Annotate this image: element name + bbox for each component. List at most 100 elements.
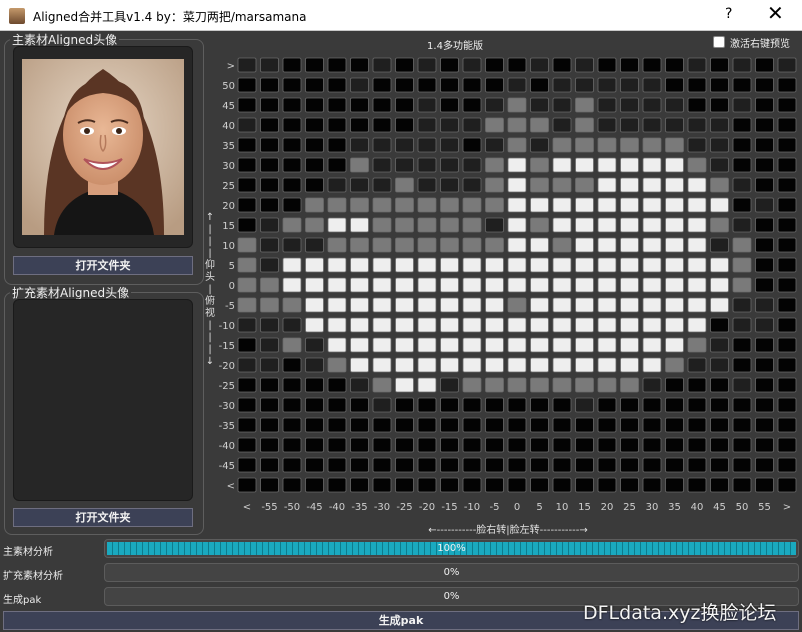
grid-cell[interactable] <box>507 237 527 253</box>
grid-cell[interactable] <box>665 217 684 233</box>
grid-cell[interactable] <box>642 397 662 413</box>
grid-cell[interactable] <box>462 257 482 273</box>
grid-cell[interactable] <box>687 417 707 433</box>
grid-cell[interactable] <box>260 297 279 313</box>
grid-cell[interactable] <box>777 157 797 173</box>
grid-cell[interactable] <box>440 437 459 453</box>
grid-cell[interactable] <box>687 197 707 213</box>
grid-cell[interactable] <box>665 77 684 93</box>
grid-cell[interactable] <box>755 97 774 113</box>
grid-cell[interactable] <box>237 137 257 153</box>
grid-cell[interactable] <box>282 357 302 373</box>
grid-cell[interactable] <box>395 137 414 153</box>
grid-cell[interactable] <box>282 397 302 413</box>
grid-cell[interactable] <box>620 217 639 233</box>
grid-cell[interactable] <box>732 257 752 273</box>
grid-cell[interactable] <box>665 377 684 393</box>
grid-cell[interactable] <box>755 457 774 473</box>
grid-cell[interactable] <box>327 257 347 273</box>
grid-cell[interactable] <box>417 297 437 313</box>
grid-cell[interactable] <box>755 317 774 333</box>
grid-cell[interactable] <box>507 377 527 393</box>
grid-cell[interactable] <box>485 397 504 413</box>
grid-cell[interactable] <box>417 397 437 413</box>
grid-cell[interactable] <box>395 417 414 433</box>
grid-cell[interactable] <box>417 477 437 493</box>
grid-cell[interactable] <box>305 97 324 113</box>
grid-cell[interactable] <box>395 97 414 113</box>
grid-cell[interactable] <box>327 357 347 373</box>
grid-cell[interactable] <box>732 377 752 393</box>
grid-cell[interactable] <box>575 417 594 433</box>
grid-cell[interactable] <box>485 237 504 253</box>
grid-cell[interactable] <box>710 117 729 133</box>
grid-cell[interactable] <box>395 157 414 173</box>
grid-cell[interactable] <box>597 397 617 413</box>
grid-cell[interactable] <box>372 377 392 393</box>
grid-cell[interactable] <box>530 77 549 93</box>
grid-cell[interactable] <box>620 137 639 153</box>
grid-cell[interactable] <box>260 397 279 413</box>
grid-cell[interactable] <box>462 197 482 213</box>
grid-cell[interactable] <box>710 357 729 373</box>
grid-cell[interactable] <box>507 297 527 313</box>
grid-cell[interactable] <box>777 237 797 253</box>
grid-cell[interactable] <box>395 237 414 253</box>
grid-cell[interactable] <box>260 197 279 213</box>
grid-cell[interactable] <box>485 317 504 333</box>
grid-cell[interactable] <box>777 197 797 213</box>
grid-cell[interactable] <box>777 377 797 393</box>
grid-cell[interactable] <box>417 117 437 133</box>
grid-cell[interactable] <box>440 317 459 333</box>
grid-cell[interactable] <box>732 237 752 253</box>
grid-cell[interactable] <box>710 457 729 473</box>
grid-cell[interactable] <box>530 377 549 393</box>
grid-cell[interactable] <box>530 237 549 253</box>
grid-cell[interactable] <box>260 77 279 93</box>
grid-cell[interactable] <box>417 457 437 473</box>
grid-cell[interactable] <box>620 57 639 73</box>
grid-cell[interactable] <box>282 257 302 273</box>
grid-cell[interactable] <box>260 117 279 133</box>
grid-cell[interactable] <box>350 217 369 233</box>
grid-cell[interactable] <box>552 77 572 93</box>
grid-cell[interactable] <box>372 417 392 433</box>
grid-cell[interactable] <box>237 397 257 413</box>
grid-cell[interactable] <box>282 137 302 153</box>
grid-cell[interactable] <box>642 137 662 153</box>
grid-cell[interactable] <box>552 417 572 433</box>
grid-cell[interactable] <box>620 337 639 353</box>
grid-cell[interactable] <box>710 197 729 213</box>
grid-cell[interactable] <box>260 237 279 253</box>
grid-cell[interactable] <box>462 137 482 153</box>
grid-cell[interactable] <box>507 137 527 153</box>
grid-cell[interactable] <box>620 377 639 393</box>
grid-cell[interactable] <box>552 177 572 193</box>
grid-cell[interactable] <box>260 377 279 393</box>
grid-cell[interactable] <box>620 297 639 313</box>
grid-cell[interactable] <box>395 297 414 313</box>
grid-cell[interactable] <box>395 377 414 393</box>
grid-cell[interactable] <box>372 117 392 133</box>
grid-cell[interactable] <box>530 357 549 373</box>
grid-cell[interactable] <box>732 337 752 353</box>
grid-cell[interactable] <box>665 297 684 313</box>
grid-cell[interactable] <box>777 217 797 233</box>
grid-cell[interactable] <box>395 457 414 473</box>
grid-cell[interactable] <box>597 117 617 133</box>
grid-cell[interactable] <box>687 177 707 193</box>
grid-cell[interactable] <box>642 457 662 473</box>
grid-cell[interactable] <box>417 197 437 213</box>
grid-cell[interactable] <box>485 77 504 93</box>
grid-cell[interactable] <box>755 357 774 373</box>
grid-cell[interactable] <box>395 57 414 73</box>
grid-cell[interactable] <box>417 257 437 273</box>
grid-cell[interactable] <box>642 97 662 113</box>
grid-cell[interactable] <box>260 317 279 333</box>
grid-cell[interactable] <box>237 297 257 313</box>
grid-cell[interactable] <box>552 277 572 293</box>
grid-cell[interactable] <box>575 297 594 313</box>
grid-cell[interactable] <box>372 237 392 253</box>
grid-cell[interactable] <box>620 397 639 413</box>
grid-cell[interactable] <box>350 357 369 373</box>
